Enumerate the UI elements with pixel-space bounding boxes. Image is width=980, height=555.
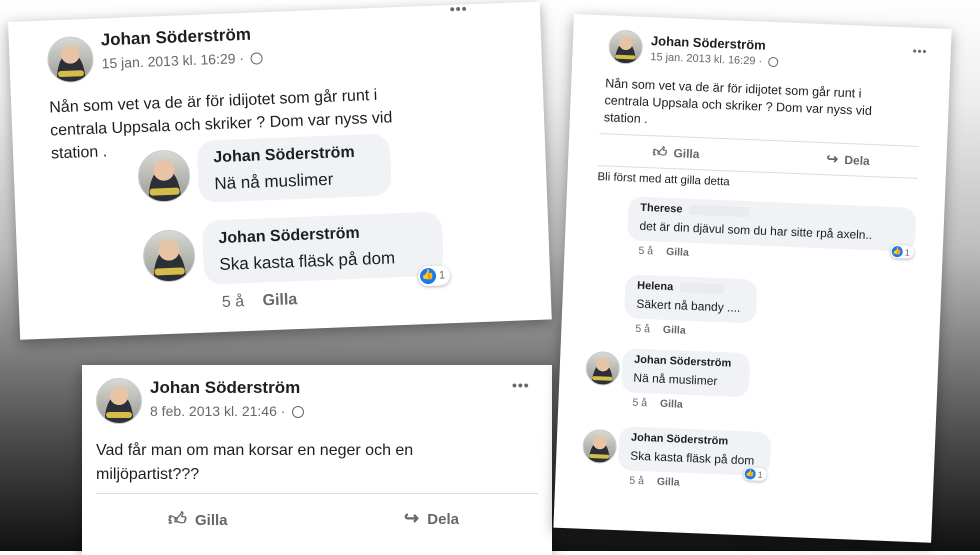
commenter-avatar[interactable] xyxy=(142,229,197,283)
comment-text: Säkert nå bandy .... xyxy=(636,296,741,315)
post-card-1: Johan Söderström 15 jan. 2013 kl. 16:29 … xyxy=(8,0,552,340)
comment-author[interactable]: Johan Söderström xyxy=(631,432,729,448)
comment-author[interactable]: Johan Söderström xyxy=(218,225,360,248)
comment-bubble: Johan Söderström Nä nå muslimer xyxy=(196,133,392,203)
reaction-count-number: 1 xyxy=(438,269,446,282)
thumbs-up-icon: 👍︎ xyxy=(168,509,187,529)
comment-author[interactable]: Helena xyxy=(637,280,725,295)
post-text: Vad får man om man korsar en neger och e… xyxy=(96,439,413,487)
more-options-icon[interactable]: ••• xyxy=(512,377,530,393)
thumbs-up-icon: 👍 xyxy=(744,468,756,480)
timestamp-text: 8 feb. 2013 kl. 21:46 · xyxy=(150,403,286,419)
comment-author-name: Therese xyxy=(640,201,683,216)
comment-author[interactable]: Therese xyxy=(640,202,750,218)
globe-icon xyxy=(292,406,305,419)
reaction-count[interactable]: 👍 1 xyxy=(743,467,767,482)
comment-age[interactable]: 5 å xyxy=(222,293,245,311)
commenter-avatar[interactable] xyxy=(137,149,192,204)
comment-text: Ska kasta fläsk på dom xyxy=(219,248,396,275)
thumbs-up-icon: 👍︎ xyxy=(652,143,668,160)
post-card-2: Johan Söderström 8 feb. 2013 kl. 21:46 ·… xyxy=(82,365,552,555)
redacted-surname xyxy=(680,282,725,295)
post-text-line: miljöpartist??? xyxy=(96,466,200,483)
comment-author-name: Helena xyxy=(636,279,674,294)
reaction-count[interactable]: 👍 1 xyxy=(417,265,451,287)
comment-like-link[interactable]: Gilla xyxy=(663,324,686,337)
comment-author[interactable]: Johan Söderström xyxy=(213,144,355,167)
post-card-3: Johan Söderström 15 jan. 2013 kl. 16:29 … xyxy=(553,14,952,543)
comment-age[interactable]: 5 å xyxy=(632,397,647,410)
comment-text: Nä nå muslimer xyxy=(633,370,718,389)
comment-age[interactable]: 5 å xyxy=(629,475,644,488)
comment-like-link[interactable]: Gilla xyxy=(660,398,683,411)
comment-author[interactable]: Johan Söderström xyxy=(634,354,732,370)
divider xyxy=(96,493,538,494)
comment-actions: 5 å Gilla xyxy=(632,397,683,411)
post-text: Nån som vet va de är för idijotet som gå… xyxy=(604,75,873,137)
post-timestamp[interactable]: 15 jan. 2013 kl. 16:29 · xyxy=(650,51,779,68)
first-like-prompt: Bli först med att gilla detta xyxy=(597,171,730,189)
post-timestamp[interactable]: 15 jan. 2013 kl. 16:29 · xyxy=(101,49,264,72)
author-avatar[interactable] xyxy=(608,29,644,65)
like-label: Gilla xyxy=(194,512,228,529)
reaction-count-number: 1 xyxy=(904,246,910,258)
comment-like-link[interactable]: Gilla xyxy=(262,291,297,309)
comment-like-link[interactable]: Gilla xyxy=(666,246,689,259)
share-arrow-icon: ↪ xyxy=(826,150,839,167)
author-name[interactable]: Johan Söderström xyxy=(651,33,766,53)
reaction-count-number: 1 xyxy=(757,469,763,480)
like-label: Gilla xyxy=(673,146,700,162)
author-name[interactable]: Johan Söderström xyxy=(150,378,300,398)
divider xyxy=(599,133,919,147)
share-label: Dela xyxy=(427,511,459,528)
comment-like-link[interactable]: Gilla xyxy=(657,476,680,489)
share-arrow-icon: ↪ xyxy=(404,508,420,528)
comment-actions: 5 å Gilla xyxy=(222,291,298,312)
globe-icon xyxy=(250,52,264,65)
comment-text: Nä nå muslimer xyxy=(213,169,334,194)
comment-age[interactable]: 5 å xyxy=(635,323,650,336)
timestamp-text: 15 jan. 2013 kl. 16:29 · xyxy=(101,49,245,72)
thumbs-up-icon: 👍 xyxy=(419,267,437,285)
author-avatar[interactable] xyxy=(96,378,142,424)
share-button[interactable]: ↪ Dela xyxy=(826,150,870,169)
comment-bubble: Therese det är din djävul som du har sit… xyxy=(626,196,917,252)
comment-text: Ska kasta fläsk på dom xyxy=(630,448,755,468)
more-options-icon[interactable]: ••• xyxy=(450,0,468,17)
commenter-avatar[interactable] xyxy=(585,350,621,387)
commenter-avatar[interactable] xyxy=(582,428,618,465)
comment-bubble: Helena Säkert nå bandy .... xyxy=(623,274,758,324)
like-button[interactable]: 👍︎ Gilla xyxy=(168,508,228,530)
comment-actions: 5 å Gilla xyxy=(638,245,689,259)
author-avatar[interactable] xyxy=(46,35,95,84)
comment-text: det är din djävul som du har sitte rpå a… xyxy=(639,218,873,243)
reaction-count[interactable]: 👍 1 xyxy=(890,244,914,259)
post-timestamp[interactable]: 8 feb. 2013 kl. 21:46 · xyxy=(150,403,305,419)
comment-age[interactable]: 5 å xyxy=(638,245,653,258)
comment-bubble: Johan Söderström Ska kasta fläsk på dom xyxy=(201,211,445,285)
comment-bubble: Johan Söderström Nä nå muslimer xyxy=(620,348,751,398)
post-text-line: Vad får man om man korsar en neger och e… xyxy=(96,442,414,459)
share-label: Dela xyxy=(844,152,871,168)
author-name[interactable]: Johan Söderström xyxy=(100,25,251,51)
timestamp-text: 15 jan. 2013 kl. 16:29 · xyxy=(650,51,763,68)
comment-actions: 5 å Gilla xyxy=(629,475,680,489)
share-button[interactable]: ↪ Dela xyxy=(404,508,459,529)
redacted-surname xyxy=(689,204,750,218)
globe-icon xyxy=(768,56,779,68)
thumbs-up-icon: 👍 xyxy=(891,245,903,258)
like-button[interactable]: 👍︎ Gilla xyxy=(652,143,700,162)
more-options-icon[interactable]: ••• xyxy=(913,46,928,59)
comment-actions: 5 å Gilla xyxy=(635,323,686,337)
